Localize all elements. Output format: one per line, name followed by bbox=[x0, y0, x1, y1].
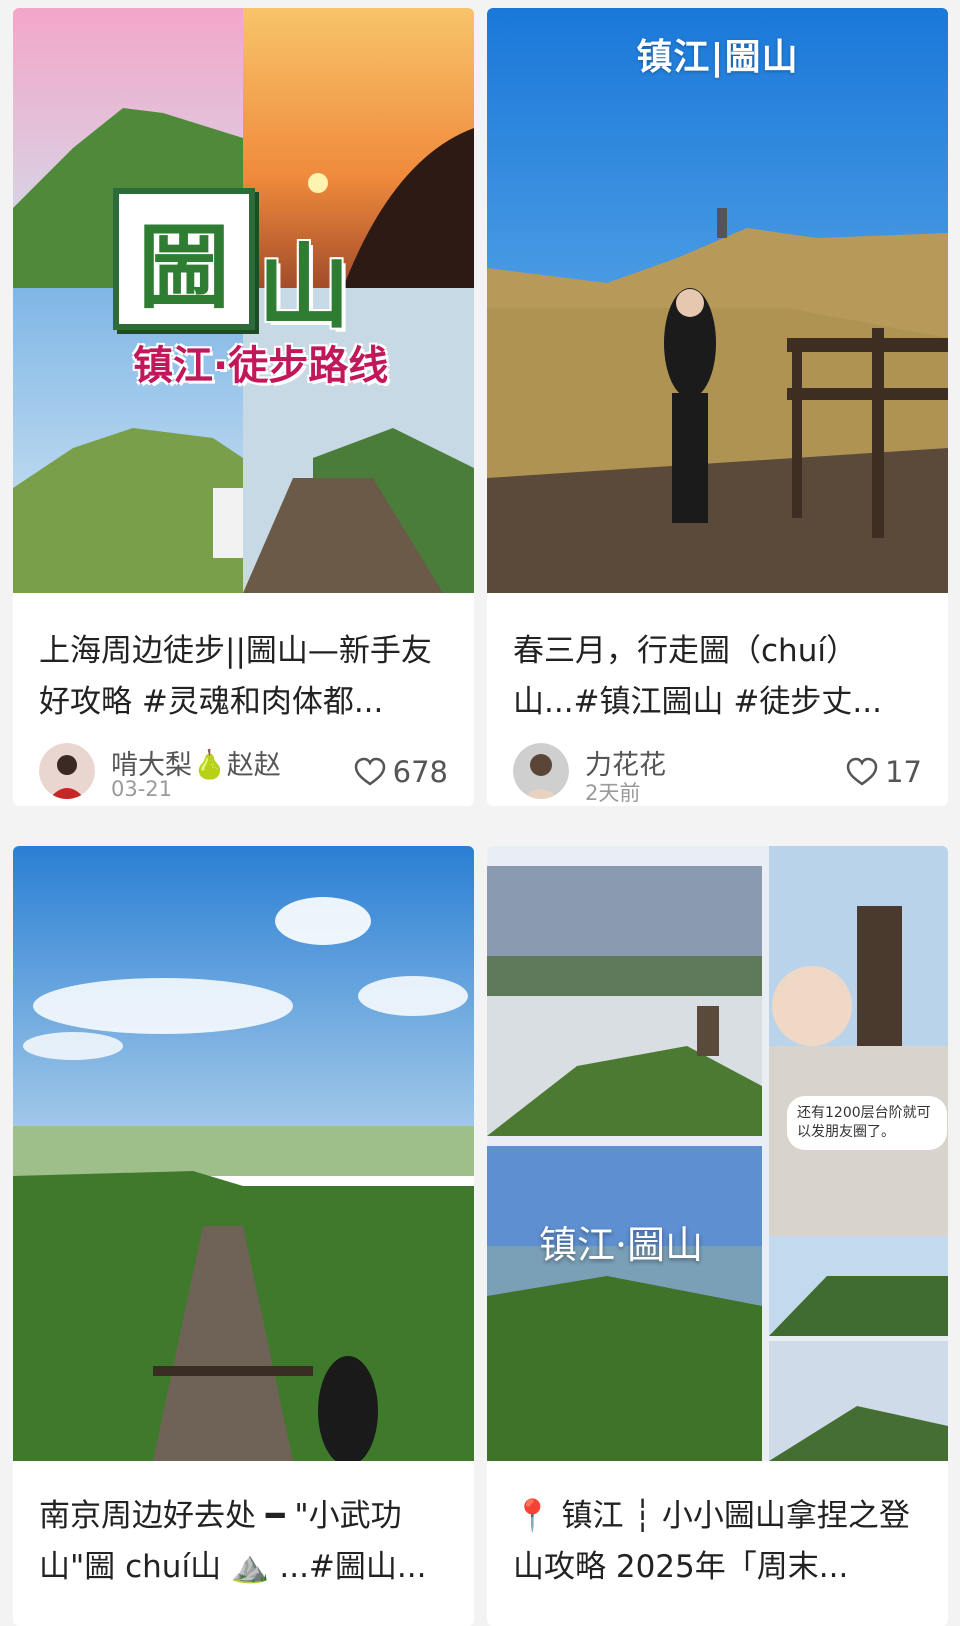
note-card[interactable]: 镇江|圌山 春三月，行走圌（chuí）山...#镇江圌山 #徒步丈... 力花花… bbox=[487, 8, 948, 806]
post-date: 03-21 bbox=[111, 777, 173, 801]
like-count: 678 bbox=[392, 755, 448, 789]
note-title[interactable]: 南京周边好去处 ━ "小武功山"圌 chuí山 ⛰️ ...#圌山... bbox=[39, 1491, 456, 1593]
like-button[interactable]: 678 bbox=[353, 755, 448, 789]
note-meta: 力花花 2天前 17 bbox=[513, 743, 922, 805]
like-button[interactable]: 17 bbox=[845, 755, 922, 789]
note-title[interactable]: 📍 镇江 ┆ 小小圌山拿捏之登山攻略 2025年「周末... bbox=[513, 1491, 930, 1593]
cover-collage-title: 镇江·圌山 bbox=[539, 1223, 704, 1267]
note-card[interactable]: 圌 山 镇江·徒步路线 上海周边徒步||圌山—新手友好攻略 #灵魂和肉体都...… bbox=[13, 8, 474, 806]
heart-outline-icon bbox=[354, 757, 385, 786]
cover-title-char-a: 圌 bbox=[113, 188, 255, 330]
cover-speech-bubble: 还有1200层台阶就可以发朋友圈了。 bbox=[787, 1096, 947, 1150]
note-meta: 啃大梨🍐赵赵 03-21 678 bbox=[39, 743, 448, 803]
note-cover-image[interactable]: 镇江|圌山 bbox=[487, 8, 948, 593]
note-card[interactable]: 镇江·圌山 还有1200层台阶就可以发朋友圈了。 📍 镇江 ┆ 小小圌山拿捏之登… bbox=[487, 846, 948, 1626]
pear-emoji: 🍐 bbox=[192, 748, 227, 781]
cover-photo-graphic bbox=[13, 846, 474, 1461]
note-cover-image[interactable]: 镇江·圌山 还有1200层台阶就可以发朋友圈了。 bbox=[487, 846, 948, 1461]
note-title[interactable]: 春三月，行走圌（chuí）山...#镇江圌山 #徒步丈... bbox=[513, 626, 930, 728]
cover-subtitle: 镇江·徒步路线 bbox=[133, 343, 389, 389]
heart-outline-icon bbox=[846, 757, 878, 786]
note-card[interactable]: 南京周边好去处 ━ "小武功山"圌 chuí山 ⛰️ ...#圌山... bbox=[13, 846, 474, 1626]
avatar[interactable] bbox=[39, 743, 95, 799]
post-date: 2天前 bbox=[585, 781, 641, 805]
like-count: 17 bbox=[885, 755, 922, 789]
note-cover-image[interactable] bbox=[13, 846, 474, 1461]
note-cover-image[interactable]: 圌 山 镇江·徒步路线 bbox=[13, 8, 474, 593]
cover-photo-graphic bbox=[487, 8, 948, 593]
cover-collage-graphic bbox=[487, 846, 948, 1461]
avatar[interactable] bbox=[513, 743, 569, 799]
cover-overlay-title: 镇江|圌山 bbox=[636, 37, 799, 78]
note-title[interactable]: 上海周边徒步||圌山—新手友好攻略 #灵魂和肉体都... bbox=[39, 626, 456, 728]
cover-title-char-b: 山 bbox=[258, 234, 351, 341]
